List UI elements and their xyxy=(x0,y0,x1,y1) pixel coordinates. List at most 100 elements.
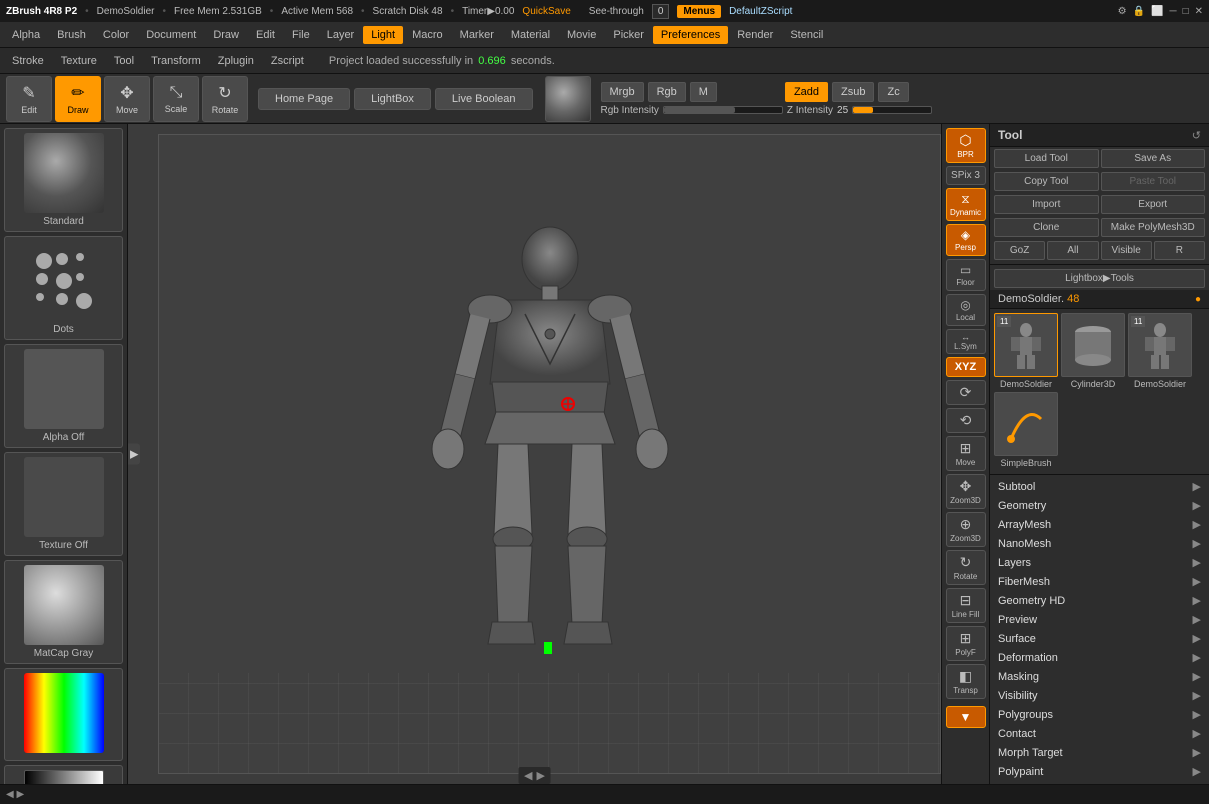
section-arraymesh[interactable]: ArrayMesh ▶ xyxy=(990,515,1209,534)
minimize-icon[interactable]: ─ xyxy=(1169,6,1176,17)
tab-lightbox[interactable]: LightBox xyxy=(354,88,431,110)
load-tool-button[interactable]: Load Tool xyxy=(994,149,1099,168)
zsub-button[interactable]: Zsub xyxy=(832,82,874,102)
tool-stroke[interactable]: Stroke xyxy=(4,52,52,70)
tab-live-boolean[interactable]: Live Boolean xyxy=(435,88,533,110)
menus-button[interactable]: Menus xyxy=(677,5,721,18)
edit-button[interactable]: ✎ Edit xyxy=(6,76,52,122)
section-nanomesh[interactable]: NanoMesh ▶ xyxy=(990,534,1209,553)
tool-texture[interactable]: Texture xyxy=(53,52,105,70)
active-brush-preview[interactable] xyxy=(545,76,591,122)
tool-zscript[interactable]: Zscript xyxy=(263,52,312,70)
local-button[interactable]: ◎ Local xyxy=(946,294,986,326)
menu-draw[interactable]: Draw xyxy=(205,26,247,44)
sidebar-toggle[interactable]: ▶ xyxy=(128,444,140,465)
clone-button[interactable]: Clone xyxy=(994,218,1099,237)
tab-home[interactable]: Home Page xyxy=(258,88,350,110)
r-shortcut[interactable]: R xyxy=(1154,241,1205,260)
copy-tool-button[interactable]: Copy Tool xyxy=(994,172,1099,191)
goz-button[interactable]: GoZ xyxy=(994,241,1045,260)
section-geometry[interactable]: Geometry ▶ xyxy=(990,496,1209,515)
section-surface[interactable]: Surface ▶ xyxy=(990,629,1209,648)
export-button[interactable]: Export xyxy=(1101,195,1206,214)
default-script[interactable]: DefaultZScript xyxy=(729,6,792,17)
lsym-button[interactable]: ↔ L.Sym xyxy=(946,329,986,354)
thumb-demosoldier2[interactable]: 11 DemoSoldier xyxy=(1128,313,1192,389)
transp-button[interactable]: ◧ Transp xyxy=(946,664,986,699)
section-masking[interactable]: Masking ▶ xyxy=(990,667,1209,686)
rotate3d-button[interactable]: ↻ Rotate xyxy=(946,550,986,585)
menu-stencil[interactable]: Stencil xyxy=(782,26,831,44)
section-geometry-hd[interactable]: Geometry HD ▶ xyxy=(990,591,1209,610)
menu-file[interactable]: File xyxy=(284,26,318,44)
scroll-left-icon[interactable]: ◀ xyxy=(524,769,532,782)
menu-render[interactable]: Render xyxy=(729,26,781,44)
menu-macro[interactable]: Macro xyxy=(404,26,451,44)
menu-layer[interactable]: Layer xyxy=(319,26,363,44)
canvas-area[interactable]: ▶ xyxy=(128,124,941,784)
m-button[interactable]: M xyxy=(690,82,717,102)
menu-document[interactable]: Document xyxy=(138,26,204,44)
tool-zplugin[interactable]: Zplugin xyxy=(210,52,262,70)
zoom3d-button[interactable]: ⊕ Zoom3D xyxy=(946,512,986,547)
quick-save[interactable]: QuickSave xyxy=(522,6,570,17)
draw-button[interactable]: ✏ Draw xyxy=(55,76,101,122)
tool-panel-refresh-icon[interactable]: ↺ xyxy=(1192,129,1201,142)
dynamic-button[interactable]: ⧖ Dynamic xyxy=(946,188,986,221)
menu-movie[interactable]: Movie xyxy=(559,26,604,44)
viewport[interactable] xyxy=(158,134,941,774)
paste-tool-button[interactable]: Paste Tool xyxy=(1101,172,1206,191)
demo-soldier-indicator[interactable]: ● xyxy=(1195,294,1201,305)
rotate2-button[interactable]: ⟲ xyxy=(946,408,986,433)
section-preview[interactable]: Preview ▶ xyxy=(990,610,1209,629)
visible-button[interactable]: Visible xyxy=(1101,241,1152,260)
section-subtool[interactable]: Subtool ▶ xyxy=(990,477,1209,496)
section-deformation[interactable]: Deformation ▶ xyxy=(990,648,1209,667)
rgb-button[interactable]: Rgb xyxy=(648,82,686,102)
linefill-button[interactable]: ⊟ Line Fill xyxy=(946,588,986,623)
all-button[interactable]: All xyxy=(1047,241,1098,260)
section-contact[interactable]: Contact ▶ xyxy=(990,724,1209,743)
rgb-intensity-slider[interactable] xyxy=(663,106,783,114)
brush-matcap-gray[interactable]: MatCap Gray xyxy=(4,560,123,664)
menu-edit[interactable]: Edit xyxy=(248,26,283,44)
thumb-cylinder3d[interactable]: Cylinder3D xyxy=(1061,313,1125,389)
persp-button[interactable]: ◈ Persp xyxy=(946,224,986,256)
color-gradient[interactable] xyxy=(4,668,123,761)
import-button[interactable]: Import xyxy=(994,195,1099,214)
menu-brush[interactable]: Brush xyxy=(49,26,94,44)
spix-button[interactable]: SPix 3 xyxy=(946,166,986,185)
menu-preferences[interactable]: Preferences xyxy=(653,26,728,44)
make-polymesh-button[interactable]: Make PolyMesh3D xyxy=(1101,218,1206,237)
maximize-icon[interactable]: □ xyxy=(1183,6,1189,17)
thumb-simplebrush[interactable]: SimpleBrush xyxy=(994,392,1058,468)
section-visibility[interactable]: Visibility ▶ xyxy=(990,686,1209,705)
menu-alpha[interactable]: Alpha xyxy=(4,26,48,44)
mrgb-button[interactable]: Mrgb xyxy=(601,82,644,102)
scroll-right-icon[interactable]: ▶ xyxy=(537,769,545,782)
rotate-button[interactable]: ↻ Rotate xyxy=(202,76,248,122)
lightbox-tools-button[interactable]: Lightbox▶Tools xyxy=(994,269,1205,288)
zadd-button[interactable]: Zadd xyxy=(785,82,828,102)
section-polygroups[interactable]: Polygroups ▶ xyxy=(990,705,1209,724)
section-morph-target[interactable]: Morph Target ▶ xyxy=(990,743,1209,762)
brush-dots[interactable]: Dots xyxy=(4,236,123,340)
brush-alpha-off[interactable]: Alpha Off xyxy=(4,344,123,448)
rotate1-button[interactable]: ⟳ xyxy=(946,380,986,405)
frame-button[interactable]: ⊞ Move xyxy=(946,436,986,471)
xyz-button[interactable]: XYZ xyxy=(946,357,986,377)
scale-button[interactable]: ⤡ Scale xyxy=(153,76,199,122)
save-as-button[interactable]: Save As xyxy=(1101,149,1206,168)
section-layers[interactable]: Layers ▶ xyxy=(990,553,1209,572)
polyf-button[interactable]: ⊞ PolyF xyxy=(946,626,986,661)
move3d-button[interactable]: ✥ Zoom3D xyxy=(946,474,986,509)
brush-standard[interactable]: Standard xyxy=(4,128,123,232)
floor-button[interactable]: ▭ Floor xyxy=(946,259,986,291)
thumb-demosoldier1[interactable]: 11 DemoSoldier xyxy=(994,313,1058,389)
see-through-value[interactable]: 0 xyxy=(652,4,670,19)
menu-picker[interactable]: Picker xyxy=(605,26,652,44)
bottom-orange-button[interactable]: ▼ xyxy=(946,706,986,728)
tool-transform[interactable]: Transform xyxy=(143,52,209,70)
move-button[interactable]: ✥ Move xyxy=(104,76,150,122)
section-fibermesh[interactable]: FiberMesh ▶ xyxy=(990,572,1209,591)
